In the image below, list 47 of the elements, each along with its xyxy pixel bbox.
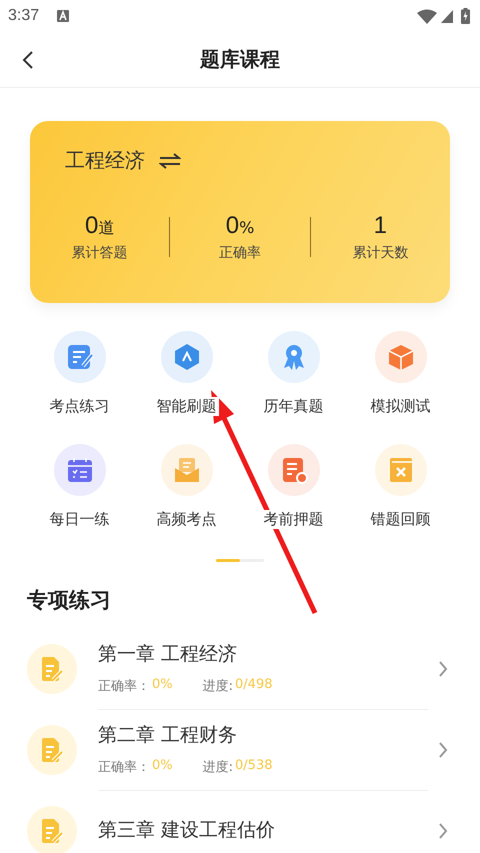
feature-icon[interactable] xyxy=(268,444,320,496)
feature-icon[interactable] xyxy=(268,331,320,383)
section-title: 专项练习 xyxy=(26,587,112,614)
status-time: 3:37 xyxy=(8,7,40,25)
feature-label[interactable]: 每日一练 xyxy=(48,510,112,529)
feature-label[interactable]: 历年真题 xyxy=(262,397,326,416)
subject-name: 工程经济 xyxy=(65,147,145,174)
feature-icon[interactable] xyxy=(160,331,212,383)
chevron-icon[interactable] xyxy=(438,660,448,678)
chapter-title[interactable]: 第一章 工程经济 xyxy=(98,641,428,667)
progress-value: 0/498 xyxy=(235,677,272,694)
page-title: 题库课程 xyxy=(200,46,280,73)
switch-icon[interactable] xyxy=(159,152,181,168)
document-icon xyxy=(27,724,77,774)
signal-icon xyxy=(441,10,453,22)
accuracy-label: 正确率： xyxy=(98,759,150,776)
document-icon xyxy=(27,644,77,694)
stat-label: 正确率 xyxy=(218,244,261,262)
feature-label[interactable]: 考前押题 xyxy=(262,510,326,529)
feature-icon[interactable] xyxy=(374,331,426,383)
accuracy-label: 正确率： xyxy=(98,678,150,695)
stat-value: 0道 xyxy=(84,212,114,240)
feature-label[interactable]: 智能刷题 xyxy=(154,397,218,416)
stat-label: 累计天数 xyxy=(352,244,408,262)
back-icon[interactable] xyxy=(22,50,34,70)
progress-value: 0/538 xyxy=(235,758,272,775)
progress-label: 进度: xyxy=(202,759,234,776)
accuracy-value: 0% xyxy=(152,677,173,694)
chapter-title[interactable]: 第二章 工程财务 xyxy=(98,722,428,748)
wifi-icon xyxy=(417,8,437,24)
stat-value: 0% xyxy=(226,212,254,240)
feature-icon[interactable] xyxy=(54,444,106,496)
feature-label[interactable]: 模拟测试 xyxy=(368,397,432,416)
feature-label[interactable]: 高频考点 xyxy=(154,510,218,529)
chevron-icon[interactable] xyxy=(438,740,448,758)
chevron-icon[interactable] xyxy=(438,822,448,840)
stat-label: 累计答题 xyxy=(72,244,128,262)
chapter-title[interactable]: 第三章 建设工程估价 xyxy=(98,817,428,843)
keyboard-icon xyxy=(57,10,70,22)
battery-icon xyxy=(461,8,470,24)
accuracy-value: 0% xyxy=(152,758,173,775)
feature-label[interactable]: 错题回顾 xyxy=(368,510,432,529)
stat-value: 1 xyxy=(374,212,387,240)
feature-icon[interactable] xyxy=(160,444,212,496)
progress-label: 进度: xyxy=(202,678,234,695)
feature-icon[interactable] xyxy=(54,331,106,383)
feature-icon[interactable] xyxy=(374,444,426,496)
